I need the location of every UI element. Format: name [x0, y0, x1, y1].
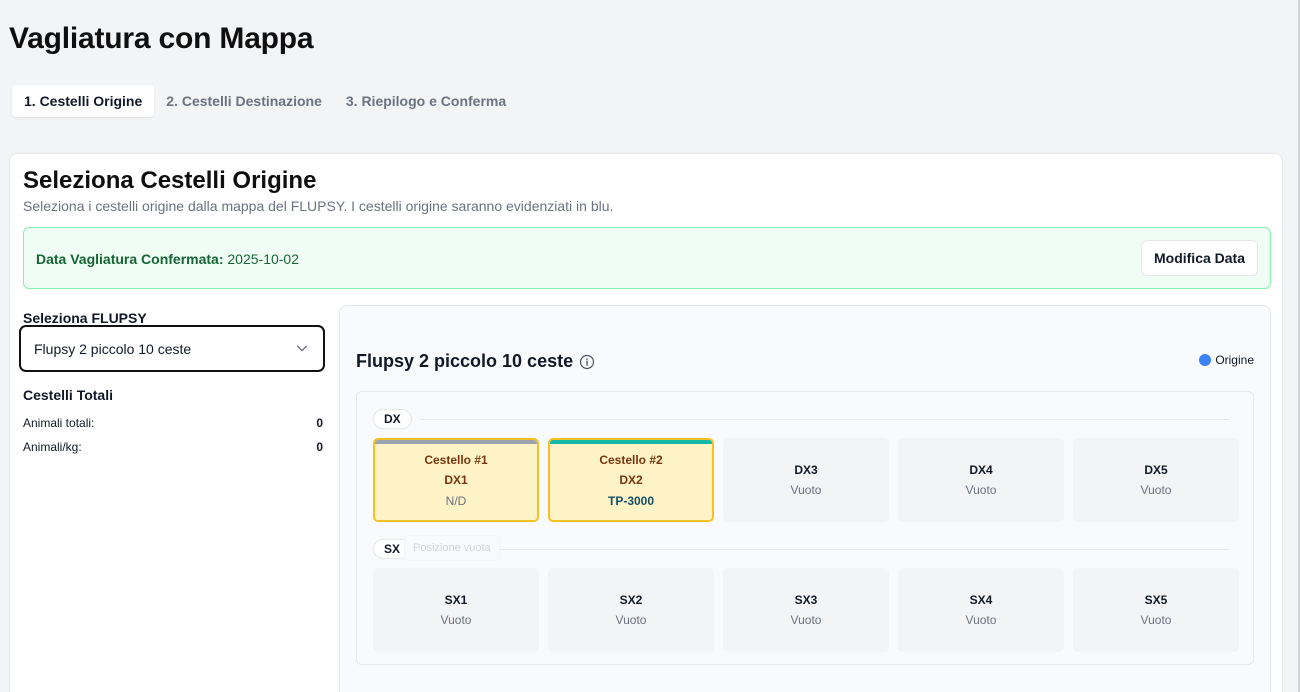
basket-row-sx: SX1 Vuoto SX2 Vuoto SX3 Vuoto SX4 Vuoto …: [373, 568, 1239, 652]
chevron-down-icon: [296, 345, 308, 352]
basket-dx3[interactable]: DX3 Vuoto: [723, 438, 889, 522]
card-description: Seleziona i cestelli origine dalla mappa…: [23, 198, 614, 214]
origin-selection-card: Seleziona Cestelli Origine Seleziona i c…: [9, 153, 1283, 692]
flupsy-select-label: Seleziona FLUPSY: [23, 310, 147, 326]
row-divider: [419, 548, 1229, 550]
page-title: Vagliatura con Mappa: [9, 22, 314, 55]
row-badge-dx: DX: [373, 409, 412, 429]
stat-label: Animali totali:: [23, 416, 95, 430]
basket-sx5[interactable]: SX5 Vuoto: [1073, 568, 1239, 652]
tab-cestelli-destinazione[interactable]: 2. Cestelli Destinazione: [154, 85, 334, 117]
map-legend: Origine: [1199, 353, 1254, 367]
legend-origin-label: Origine: [1215, 353, 1254, 367]
stat-value: 0: [316, 440, 323, 454]
basket-position: DX1: [444, 472, 468, 487]
basket-sx4[interactable]: SX4 Vuoto: [898, 568, 1064, 652]
stat-animali-kg: Animali/kg: 0: [23, 440, 323, 454]
empty-position-tooltip: Posizione vuota: [404, 535, 500, 561]
basket-position: SX3: [794, 593, 818, 607]
row-header-dx: DX: [373, 409, 1229, 429]
basket-position: DX5: [1144, 463, 1168, 477]
basket-sx3[interactable]: SX3 Vuoto: [723, 568, 889, 652]
basket-state: Vuoto: [965, 483, 997, 497]
basket-dx4[interactable]: DX4 Vuoto: [898, 438, 1064, 522]
basket-state: Vuoto: [790, 613, 822, 627]
basket-size: N/D: [445, 493, 467, 508]
date-confirmed-value: 2025-10-02: [227, 251, 300, 267]
card-title: Seleziona Cestelli Origine: [23, 167, 317, 194]
flupsy-select[interactable]: Flupsy 2 piccolo 10 ceste: [19, 325, 325, 372]
basket-dx1[interactable]: Cestello #1 DX1 N/D: [373, 438, 539, 522]
date-confirmed-alert: Data Vagliatura Confermata: 2025-10-02 M…: [23, 227, 1271, 289]
stat-label: Animali/kg:: [23, 440, 82, 454]
basket-name: Cestello #1: [424, 452, 488, 467]
stat-value: 0: [316, 416, 323, 430]
basket-state: Vuoto: [1140, 483, 1172, 497]
basket-position: DX2: [619, 472, 643, 487]
row-divider: [419, 418, 1229, 420]
date-confirmed-text: Data Vagliatura Confermata: 2025-10-02: [36, 251, 299, 267]
basket-state: Vuoto: [965, 613, 997, 627]
basket-dx5[interactable]: DX5 Vuoto: [1073, 438, 1239, 522]
basket-dx2[interactable]: Cestello #2 DX2 TP-3000: [548, 438, 714, 522]
step-tabs: 1. Cestelli Origine 2. Cestelli Destinaz…: [9, 82, 522, 120]
basket-sx1[interactable]: SX1 Vuoto: [373, 568, 539, 652]
info-icon[interactable]: [579, 354, 595, 370]
basket-position: SX2: [619, 593, 643, 607]
tab-cestelli-origine[interactable]: 1. Cestelli Origine: [12, 85, 155, 117]
flupsy-select-value: Flupsy 2 piccolo 10 ceste: [34, 340, 192, 357]
basket-position: DX4: [969, 463, 993, 477]
legend-origin-dot: [1199, 354, 1212, 366]
basket-state: Vuoto: [1140, 613, 1172, 627]
stat-animali-totali: Animali totali: 0: [23, 416, 323, 430]
basket-sx2[interactable]: SX2 Vuoto: [548, 568, 714, 652]
basket-size: TP-3000: [607, 493, 655, 508]
basket-grid: DX Cestello #1 DX1 N/D Cestello #2 DX2 T…: [356, 391, 1254, 665]
basket-name: Cestello #2: [599, 452, 663, 467]
flupsy-map-panel: Flupsy 2 piccolo 10 ceste Origine DX Ces…: [339, 305, 1271, 692]
basket-position: DX3: [794, 463, 818, 477]
tab-riepilogo-conferma[interactable]: 3. Riepilogo e Conferma: [334, 85, 518, 117]
edit-date-button[interactable]: Modifica Data: [1140, 240, 1258, 276]
basket-stripe: [375, 440, 537, 444]
basket-stripe: [550, 440, 712, 444]
map-title: Flupsy 2 piccolo 10 ceste: [356, 351, 595, 372]
basket-state: Vuoto: [615, 613, 647, 627]
map-title-text: Flupsy 2 piccolo 10 ceste: [356, 351, 574, 371]
basket-position: SX1: [444, 593, 468, 607]
basket-row-dx: Cestello #1 DX1 N/D Cestello #2 DX2 TP-3…: [373, 438, 1239, 522]
row-header-sx: SX: [373, 539, 1229, 559]
basket-position: SX5: [1144, 593, 1168, 607]
left-panel: Seleziona FLUPSY Flupsy 2 piccolo 10 ces…: [19, 310, 327, 454]
basket-state: Vuoto: [790, 483, 822, 497]
totals-title: Cestelli Totali: [23, 387, 113, 403]
date-confirmed-label: Data Vagliatura Confermata:: [36, 251, 224, 267]
basket-state: Vuoto: [440, 613, 472, 627]
basket-position: SX4: [969, 593, 993, 607]
